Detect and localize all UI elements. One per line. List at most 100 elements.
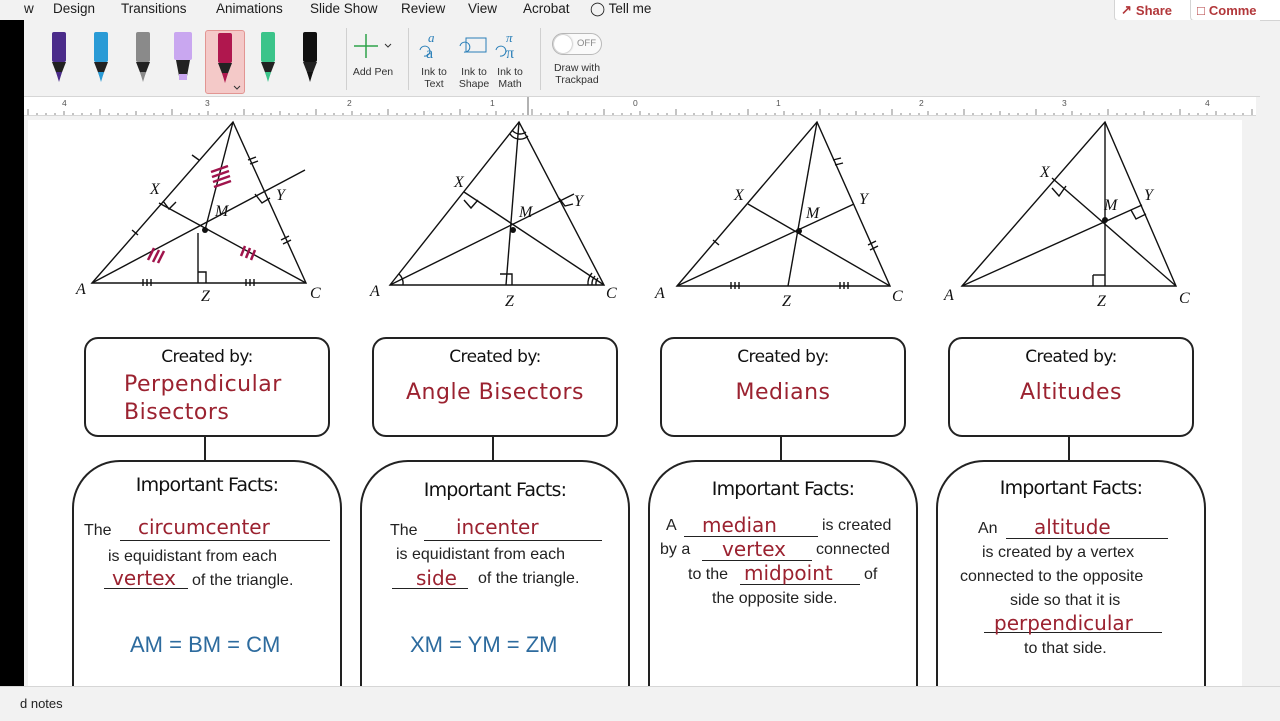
menu-bar: w Design Transitions Animations Slide Sh… bbox=[0, 0, 1280, 21]
plus-icon bbox=[354, 34, 392, 58]
draw-trackpad-toggle[interactable]: OFF bbox=[552, 33, 602, 55]
highlighter-lavender[interactable] bbox=[167, 30, 197, 92]
menu-design[interactable]: Design bbox=[53, 1, 95, 16]
created-by-value: Angle Bisectors bbox=[406, 380, 584, 405]
left-gutter bbox=[0, 0, 24, 720]
fact-text: is created by a vertex bbox=[982, 544, 1135, 561]
fact-text: connected to the opposite bbox=[960, 568, 1144, 585]
lightbulb-icon: ◯ bbox=[590, 1, 606, 16]
ribbon-separator bbox=[408, 28, 409, 90]
created-by-box: Created by: Angle Bisectors bbox=[372, 337, 618, 437]
pen-icon bbox=[52, 32, 66, 82]
vertex-label: C bbox=[606, 285, 617, 302]
vertex-label: C bbox=[1179, 290, 1190, 307]
ruler-number: 1 bbox=[490, 98, 495, 108]
triangle-circumcenter bbox=[90, 120, 308, 286]
comments-button[interactable]: □ Comme bbox=[1190, 0, 1280, 21]
ruler-number: 2 bbox=[347, 98, 352, 108]
pen-black[interactable] bbox=[294, 30, 324, 92]
created-by-box: Created by: Medians bbox=[660, 337, 906, 437]
important-facts-box: Important Facts: The incenter is equidis… bbox=[360, 460, 630, 700]
ribbon-separator bbox=[346, 28, 347, 90]
ribbon-separator bbox=[540, 28, 541, 90]
ink-to-shape-icon bbox=[459, 37, 487, 53]
vertical-scrollbar[interactable] bbox=[1242, 120, 1256, 686]
point-label: M bbox=[1103, 197, 1119, 214]
fact-text: is equidistant from each bbox=[396, 546, 565, 563]
ink-to-math-button[interactable]: ππ Ink to Math bbox=[492, 28, 528, 90]
created-by-box: Created by: Altitudes bbox=[948, 337, 1194, 437]
pen-green[interactable] bbox=[252, 30, 282, 92]
handwritten-answer: midpoint bbox=[744, 561, 833, 585]
menu-transitions[interactable]: Transitions bbox=[121, 1, 187, 16]
connector-line bbox=[780, 437, 782, 462]
share-label: Share bbox=[1135, 2, 1173, 18]
fact-text: connected bbox=[816, 541, 890, 558]
ruler-number: 2 bbox=[919, 98, 924, 108]
created-by-title: Created by: bbox=[737, 347, 829, 367]
menu-view[interactable]: View bbox=[468, 1, 497, 16]
menu-acrobat[interactable]: Acrobat bbox=[523, 1, 570, 16]
created-by-value: Altitudes bbox=[1020, 380, 1122, 405]
vertex-label: A bbox=[75, 281, 86, 298]
fact-text: by a bbox=[660, 541, 691, 558]
svg-text:a: a bbox=[428, 30, 435, 45]
handwritten-answer: vertex bbox=[112, 566, 176, 590]
tell-me-label: Tell me bbox=[608, 1, 652, 16]
created-by-value: Medians bbox=[735, 380, 831, 405]
notes-button[interactable]: d notes bbox=[20, 696, 63, 711]
important-facts-title: Important Facts: bbox=[999, 477, 1143, 499]
handwritten-answer: perpendicular bbox=[994, 611, 1133, 635]
point-label: Z bbox=[1097, 293, 1107, 310]
point-label: Y bbox=[574, 193, 585, 210]
share-button[interactable]: ↗ Share bbox=[1114, 0, 1194, 21]
point-label: M bbox=[518, 204, 534, 221]
point-label: X bbox=[1039, 164, 1051, 181]
fact-text: of the triangle. bbox=[192, 572, 294, 589]
vertex-label: C bbox=[892, 288, 903, 305]
fact-text: to the bbox=[688, 566, 729, 583]
point-label: Z bbox=[782, 293, 792, 310]
handwritten-answer: circumcenter bbox=[138, 515, 270, 539]
pencil-gray[interactable] bbox=[127, 30, 157, 92]
vertex-label: A bbox=[943, 287, 954, 304]
created-by-value: Perpendicular Bisectors bbox=[124, 372, 282, 425]
pen-blue[interactable] bbox=[85, 30, 115, 92]
add-pen-label: Add Pen bbox=[352, 66, 394, 78]
highlighter-icon bbox=[174, 32, 192, 80]
pencil-icon bbox=[136, 32, 150, 82]
connector-line bbox=[204, 437, 206, 462]
pen-icon bbox=[94, 32, 108, 82]
menu-slide-show[interactable]: Slide Show bbox=[310, 1, 378, 16]
menu-view-partial[interactable]: w bbox=[24, 1, 34, 16]
horizontal-ruler[interactable]: 4 3 2 1 0 1 2 3 4 bbox=[24, 97, 1256, 116]
important-facts-title: Important Facts: bbox=[423, 479, 567, 501]
fact-text: of bbox=[864, 566, 878, 583]
connector-line bbox=[492, 437, 494, 462]
tell-me[interactable]: ◯ Tell me bbox=[590, 1, 651, 17]
point-label: X bbox=[453, 174, 465, 191]
pen-magenta-selected[interactable] bbox=[205, 30, 245, 94]
slide-canvas[interactable]: A C X Y Z M A C X Y Z M A C X Y Z M A C … bbox=[28, 120, 1242, 700]
add-pen-button[interactable]: Add Pen bbox=[352, 28, 394, 90]
created-by-title: Created by: bbox=[161, 347, 253, 367]
fact-text: A bbox=[666, 517, 677, 534]
draw-trackpad-label: Draw with Trackpad bbox=[553, 62, 601, 86]
fact-text: of the triangle. bbox=[478, 570, 580, 587]
menu-review[interactable]: Review bbox=[401, 1, 445, 16]
important-facts-box: Important Facts: A median is created by … bbox=[648, 460, 918, 700]
point-label: Z bbox=[505, 293, 515, 310]
important-facts-title: Important Facts: bbox=[711, 478, 855, 500]
menu-animations[interactable]: Animations bbox=[216, 1, 283, 16]
ruler-number: 4 bbox=[1205, 98, 1210, 108]
pen-icon bbox=[261, 32, 275, 82]
ruler-number: 3 bbox=[1062, 98, 1067, 108]
pen-purple[interactable] bbox=[43, 30, 73, 92]
comments-label: Comme bbox=[1208, 2, 1257, 18]
ruler-number: 4 bbox=[62, 98, 67, 108]
ink-to-text-button[interactable]: aa Ink to Text bbox=[416, 28, 452, 90]
status-bar: d notes bbox=[0, 686, 1280, 721]
pen-icon bbox=[303, 32, 317, 82]
ink-to-text-label: Ink to Text bbox=[421, 66, 447, 90]
important-facts-box: Important Facts: The circumcenter is equ… bbox=[72, 460, 342, 700]
